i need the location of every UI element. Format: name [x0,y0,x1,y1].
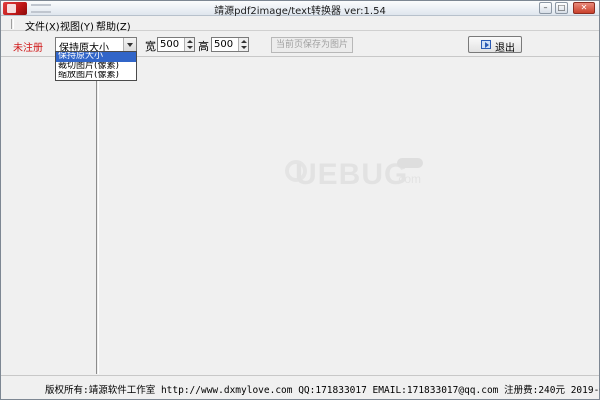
status-bar: 版权所有:靖源软件工作室 http://www.dxmylove.com QQ:… [1,375,600,399]
close-button[interactable]: ✕ [573,2,595,14]
height-label: 高 [198,40,209,53]
width-spin-buttons[interactable] [184,38,194,51]
width-value[interactable]: 500 [160,39,179,50]
title-bar[interactable]: 靖源pdf2image/text转换器 ver:1.54 – □ ✕ [1,1,599,17]
height-value[interactable]: 500 [214,39,233,50]
height-spin-buttons[interactable] [238,38,248,51]
exit-button[interactable]: 退出 [468,36,522,54]
window-title: 靖源pdf2image/text转换器 ver:1.54 [214,6,386,17]
menu-bar: 文件(X) 视图(Y) 帮助(Z) [1,17,599,33]
preview-pane[interactable]: UEBUG .com [99,59,598,374]
dropdown-option[interactable]: 缩放图片(像素) [56,71,136,81]
page-list-pane[interactable] [9,59,99,374]
maximize-button[interactable]: □ [555,2,568,14]
menu-view[interactable]: 视图(Y) [60,18,94,33]
height-stepper[interactable]: 500 [211,37,249,52]
copyright-status-text: 版权所有:靖源软件工作室 http://www.dxmylove.com QQ:… [45,385,600,396]
minimize-button[interactable]: – [539,2,552,14]
watermark-brand: UEBUG [295,158,409,191]
size-mode-select[interactable]: 保持原大小 [55,37,137,54]
watermark-badge [397,158,423,168]
dropdown-option[interactable]: 裁切图片(像素) [56,62,136,72]
app-window: 靖源pdf2image/text转换器 ver:1.54 – □ ✕ 文件(X)… [0,0,600,400]
menu-help[interactable]: 帮助(Z) [96,18,131,33]
width-label: 宽 [145,40,156,53]
watermark-logo: UEBUG .com [285,154,445,194]
spin-up-icon[interactable] [187,40,193,43]
spin-down-icon[interactable] [187,46,193,49]
exit-icon [481,40,491,49]
menu-file[interactable]: 文件(X) [25,18,60,33]
spin-down-icon[interactable] [241,46,247,49]
save-page-as-image-button[interactable]: 当前页保存为图片 [271,37,353,53]
exit-label: 退出 [495,43,515,54]
dropdown-option[interactable]: 保持原大小 [56,52,136,62]
width-stepper[interactable]: 500 [157,37,195,52]
watermark-suffix: .com [395,172,422,186]
spin-up-icon[interactable] [241,40,247,43]
unregistered-label[interactable]: 未注册 [13,39,43,54]
size-mode-dropdown-list[interactable]: 保持原大小 裁切图片(像素) 缩放图片(像素) [55,51,137,81]
chevron-down-icon[interactable] [123,38,136,51]
menu-grip-icon [11,19,14,29]
